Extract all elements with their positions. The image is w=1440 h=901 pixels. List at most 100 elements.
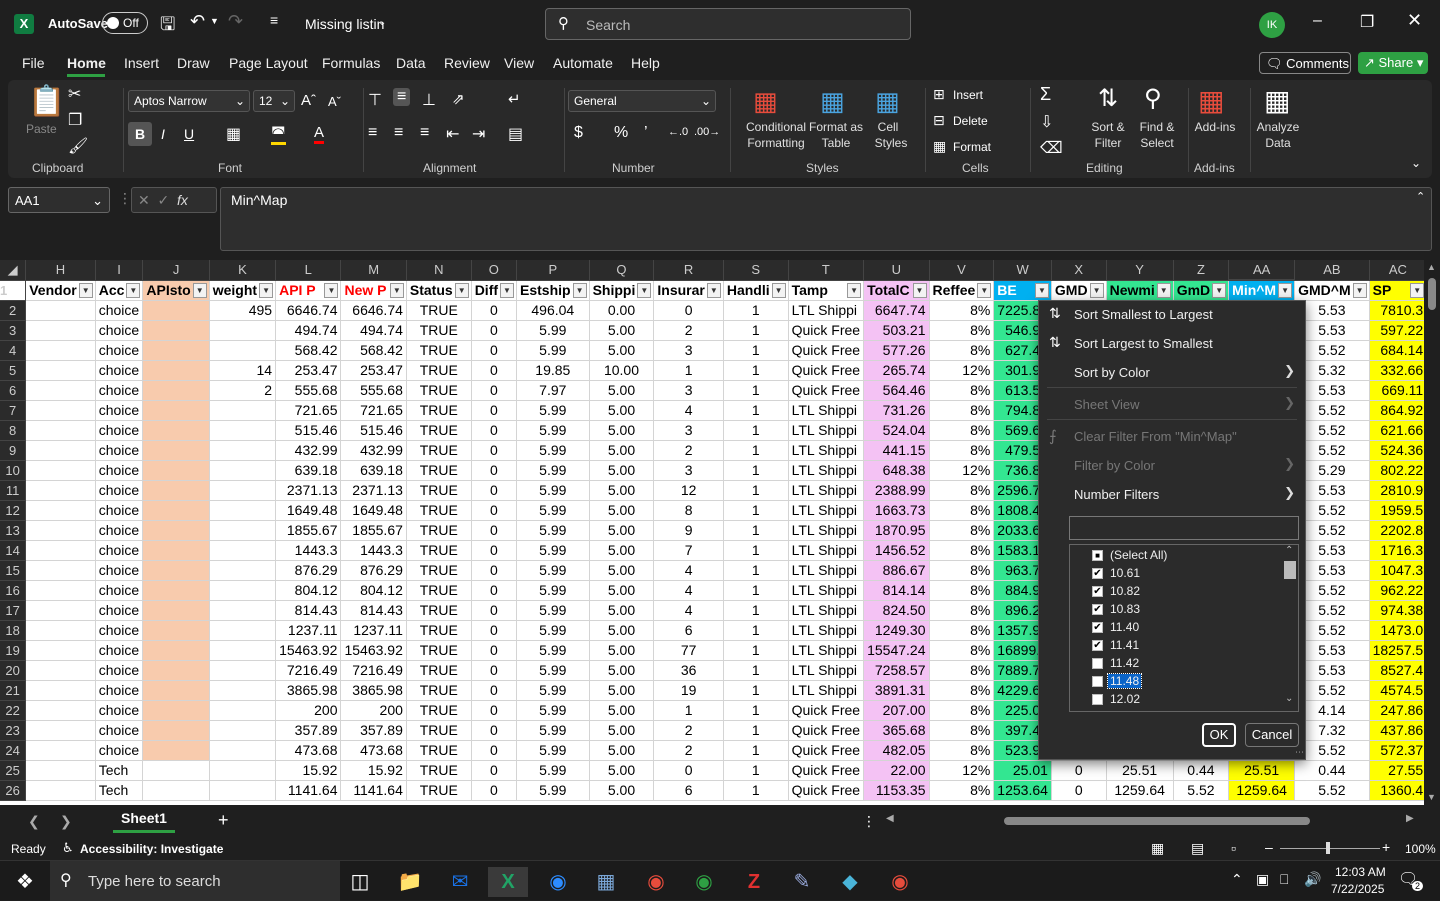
table-cell[interactable]: TRUE <box>406 720 472 741</box>
table-cell[interactable] <box>142 380 210 401</box>
table-cell[interactable] <box>25 300 96 321</box>
table-cell[interactable]: 5.00 <box>589 760 655 781</box>
table-cell[interactable]: choice <box>95 320 144 341</box>
table-cell[interactable]: TRUE <box>406 780 472 801</box>
table-cell[interactable]: TRUE <box>406 520 472 541</box>
filter-dropdown-icon[interactable]: ▼ <box>637 282 652 298</box>
row-number[interactable]: 3 <box>0 320 27 341</box>
table-cell[interactable]: TRUE <box>406 500 472 521</box>
row-number[interactable]: 11 <box>0 480 27 501</box>
table-cell[interactable] <box>25 500 96 521</box>
table-cell[interactable]: 441.15 <box>863 440 930 461</box>
table-cell[interactable]: 1 <box>653 700 724 721</box>
vertical-scrollbar-track[interactable]: ▲ ▼ <box>1424 260 1440 805</box>
underline-button[interactable]: U <box>184 126 194 142</box>
table-cell[interactable]: 5.99 <box>516 580 590 601</box>
table-cell[interactable]: 648.38 <box>863 460 930 481</box>
table-cell[interactable]: 5.00 <box>589 440 655 461</box>
table-cell[interactable] <box>142 620 210 641</box>
table-cell[interactable]: Quick Free <box>788 320 865 341</box>
table-cell[interactable]: 432.99 <box>340 440 407 461</box>
table-cell[interactable]: 1855.67 <box>275 520 342 541</box>
fill-color-icon[interactable]: ◚ <box>271 124 286 145</box>
table-cell[interactable]: 5.99 <box>516 660 590 681</box>
table-cell[interactable]: 5.00 <box>589 480 655 501</box>
table-cell[interactable]: 2810.9 <box>1369 480 1424 501</box>
row-number[interactable]: 24 <box>0 740 27 761</box>
table-cell[interactable]: LTL Shippi <box>788 500 865 521</box>
italic-button[interactable]: I <box>161 126 165 142</box>
table-cell[interactable]: 8% <box>929 500 995 521</box>
table-cell[interactable]: 5.00 <box>589 620 655 641</box>
table-cell[interactable]: LTL Shippi <box>788 420 865 441</box>
table-cell[interactable]: choice <box>95 560 144 581</box>
resize-grip-icon[interactable]: ⋯ <box>1295 747 1304 758</box>
normal-view-icon[interactable]: ▦ <box>1151 840 1164 857</box>
analyze-data-icon[interactable]: ▦ <box>1264 84 1290 117</box>
table-cell[interactable]: 5.00 <box>589 720 655 741</box>
table-cell[interactable]: 12% <box>929 460 995 481</box>
table-cell[interactable]: 802.22 <box>1369 460 1424 481</box>
table-cell[interactable]: 0 <box>471 500 518 521</box>
filter-dropdown-icon[interactable]: ▼ <box>847 282 862 298</box>
filezilla-icon[interactable]: Z <box>734 867 774 897</box>
filter-dropdown-icon[interactable]: ▼ <box>1034 282 1049 298</box>
table-cell[interactable] <box>25 480 96 501</box>
table-cell[interactable]: 1 <box>723 620 789 641</box>
table-cell[interactable]: 5.00 <box>589 660 655 681</box>
filter-checkbox[interactable]: ✔ <box>1092 604 1103 615</box>
table-cell[interactable] <box>25 460 96 481</box>
filter-dropdown-icon[interactable]: ▼ <box>771 282 786 298</box>
row-number[interactable]: 14 <box>0 540 27 561</box>
filter-dropdown-icon[interactable]: ▼ <box>912 282 927 298</box>
column-header-u[interactable]: U <box>863 260 930 281</box>
table-cell[interactable]: Quick Free <box>788 720 865 741</box>
table-cell[interactable]: 864.92 <box>1369 400 1424 421</box>
table-cell[interactable]: 0 <box>471 460 518 481</box>
tab-draw[interactable]: Draw <box>177 55 210 71</box>
table-cell[interactable]: LTL Shippi <box>788 540 865 561</box>
header-cell[interactable]: SP ▼ <box>1369 280 1424 301</box>
column-header-w[interactable]: W <box>993 260 1052 281</box>
table-cell[interactable]: 4 <box>653 600 724 621</box>
header-cell[interactable]: Reffee ▼ <box>929 280 995 301</box>
table-cell[interactable] <box>142 560 210 581</box>
table-cell[interactable] <box>25 320 96 341</box>
table-cell[interactable]: 5.00 <box>589 780 655 801</box>
header-cell[interactable]: TotalC ▼ <box>863 280 930 301</box>
table-cell[interactable]: 332.66 <box>1369 360 1424 381</box>
table-cell[interactable]: 5.99 <box>516 560 590 581</box>
outlook-icon[interactable]: ✉ <box>440 867 480 897</box>
wrap-text-icon[interactable]: ↵ <box>508 90 521 108</box>
decrease-font-icon[interactable]: Aˇ <box>328 94 341 109</box>
filter-dropdown-icon[interactable]: ▼ <box>1352 282 1367 298</box>
table-cell[interactable]: LTL Shippi <box>788 480 865 501</box>
table-cell[interactable]: 669.11 <box>1369 380 1424 401</box>
table-cell[interactable]: 5.00 <box>589 540 655 561</box>
addins-label[interactable]: Add-ins <box>1188 120 1242 134</box>
table-cell[interactable]: 5.00 <box>589 580 655 601</box>
table-cell[interactable]: 5.00 <box>589 420 655 441</box>
cell-styles-icon[interactable]: ▦ <box>875 86 900 117</box>
table-cell[interactable]: 1 <box>723 560 789 581</box>
table-cell[interactable]: 8% <box>929 540 995 561</box>
table-cell[interactable] <box>209 560 277 581</box>
table-cell[interactable]: 253.47 <box>340 360 407 381</box>
table-cell[interactable]: 0 <box>471 380 518 401</box>
table-cell[interactable]: 1443.3 <box>275 540 342 561</box>
header-cell[interactable]: GMD^M ▼ <box>1294 280 1370 301</box>
header-cell[interactable]: Min^M ▼ <box>1228 280 1296 301</box>
table-cell[interactable]: 8% <box>929 380 995 401</box>
table-cell[interactable]: 5.99 <box>516 440 590 461</box>
table-cell[interactable] <box>25 560 96 581</box>
filter-dropdown-icon[interactable]: ▼ <box>78 282 93 298</box>
comma-icon[interactable]: ’ <box>644 124 648 142</box>
table-cell[interactable]: LTL Shippi <box>788 560 865 581</box>
filter-value-label[interactable]: 11.42 <box>1110 656 1139 670</box>
comments-button[interactable]: 🗨 Comments <box>1259 52 1351 74</box>
table-cell[interactable]: 1253.64 <box>993 780 1052 801</box>
table-cell[interactable] <box>209 600 277 621</box>
table-cell[interactable]: 8% <box>929 480 995 501</box>
table-cell[interactable]: 0.44 <box>1294 760 1370 781</box>
table-cell[interactable] <box>142 460 210 481</box>
